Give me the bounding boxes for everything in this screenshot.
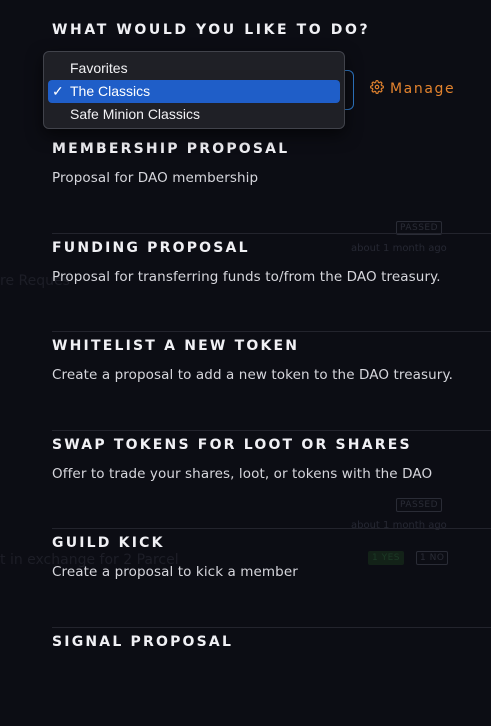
checkmark-icon: ✓ [52, 80, 64, 103]
proposal-option-description: Proposal for transferring funds to/from … [52, 269, 491, 285]
proposal-option-guild-kick[interactable]: GUILD KICK Create a proposal to kick a m… [52, 529, 491, 628]
dropdown-option-the-classics[interactable]: ✓ The Classics [48, 80, 340, 103]
proposal-option-funding[interactable]: FUNDING PROPOSAL Proposal for transferri… [52, 234, 491, 333]
proposal-option-title: MEMBERSHIP PROPOSAL [52, 141, 491, 157]
proposal-option-title: SIGNAL PROPOSAL [52, 634, 491, 650]
modal-heading: WHAT WOULD YOU LIKE TO DO? [52, 22, 370, 38]
option-label: Favorites [70, 60, 128, 76]
proposal-type-list: MEMBERSHIP PROPOSAL Proposal for DAO mem… [52, 135, 491, 726]
manage-button[interactable]: Manage [370, 80, 455, 98]
proposal-option-description: Offer to trade your shares, loot, or tok… [52, 466, 491, 482]
category-dropdown-menu: Favorites ✓ The Classics Safe Minion Cla… [43, 51, 345, 129]
proposal-option-signal[interactable]: SIGNAL PROPOSAL [52, 628, 491, 726]
dropdown-option-favorites[interactable]: Favorites [48, 57, 340, 80]
proposal-option-swap-tokens[interactable]: SWAP TOKENS FOR LOOT OR SHARES Offer to … [52, 431, 491, 530]
proposal-option-title: WHITELIST A NEW TOKEN [52, 338, 491, 354]
gear-icon [370, 80, 384, 98]
proposal-option-title: GUILD KICK [52, 535, 491, 551]
option-label: Safe Minion Classics [70, 106, 200, 122]
proposal-option-membership[interactable]: MEMBERSHIP PROPOSAL Proposal for DAO mem… [52, 135, 491, 234]
proposal-option-title: SWAP TOKENS FOR LOOT OR SHARES [52, 437, 491, 453]
dropdown-option-safe-minion-classics[interactable]: Safe Minion Classics [48, 103, 340, 126]
proposal-option-description: Create a proposal to kick a member [52, 564, 491, 580]
new-proposal-modal: WHAT WOULD YOU LIKE TO DO? Manage MEMBER… [0, 0, 491, 660]
option-label: The Classics [70, 83, 150, 99]
proposal-option-description: Proposal for DAO membership [52, 170, 491, 186]
proposal-option-title: FUNDING PROPOSAL [52, 240, 491, 256]
proposal-option-description: Create a proposal to add a new token to … [52, 367, 491, 383]
manage-label: Manage [390, 81, 455, 97]
proposal-option-whitelist-token[interactable]: WHITELIST A NEW TOKEN Create a proposal … [52, 332, 491, 431]
